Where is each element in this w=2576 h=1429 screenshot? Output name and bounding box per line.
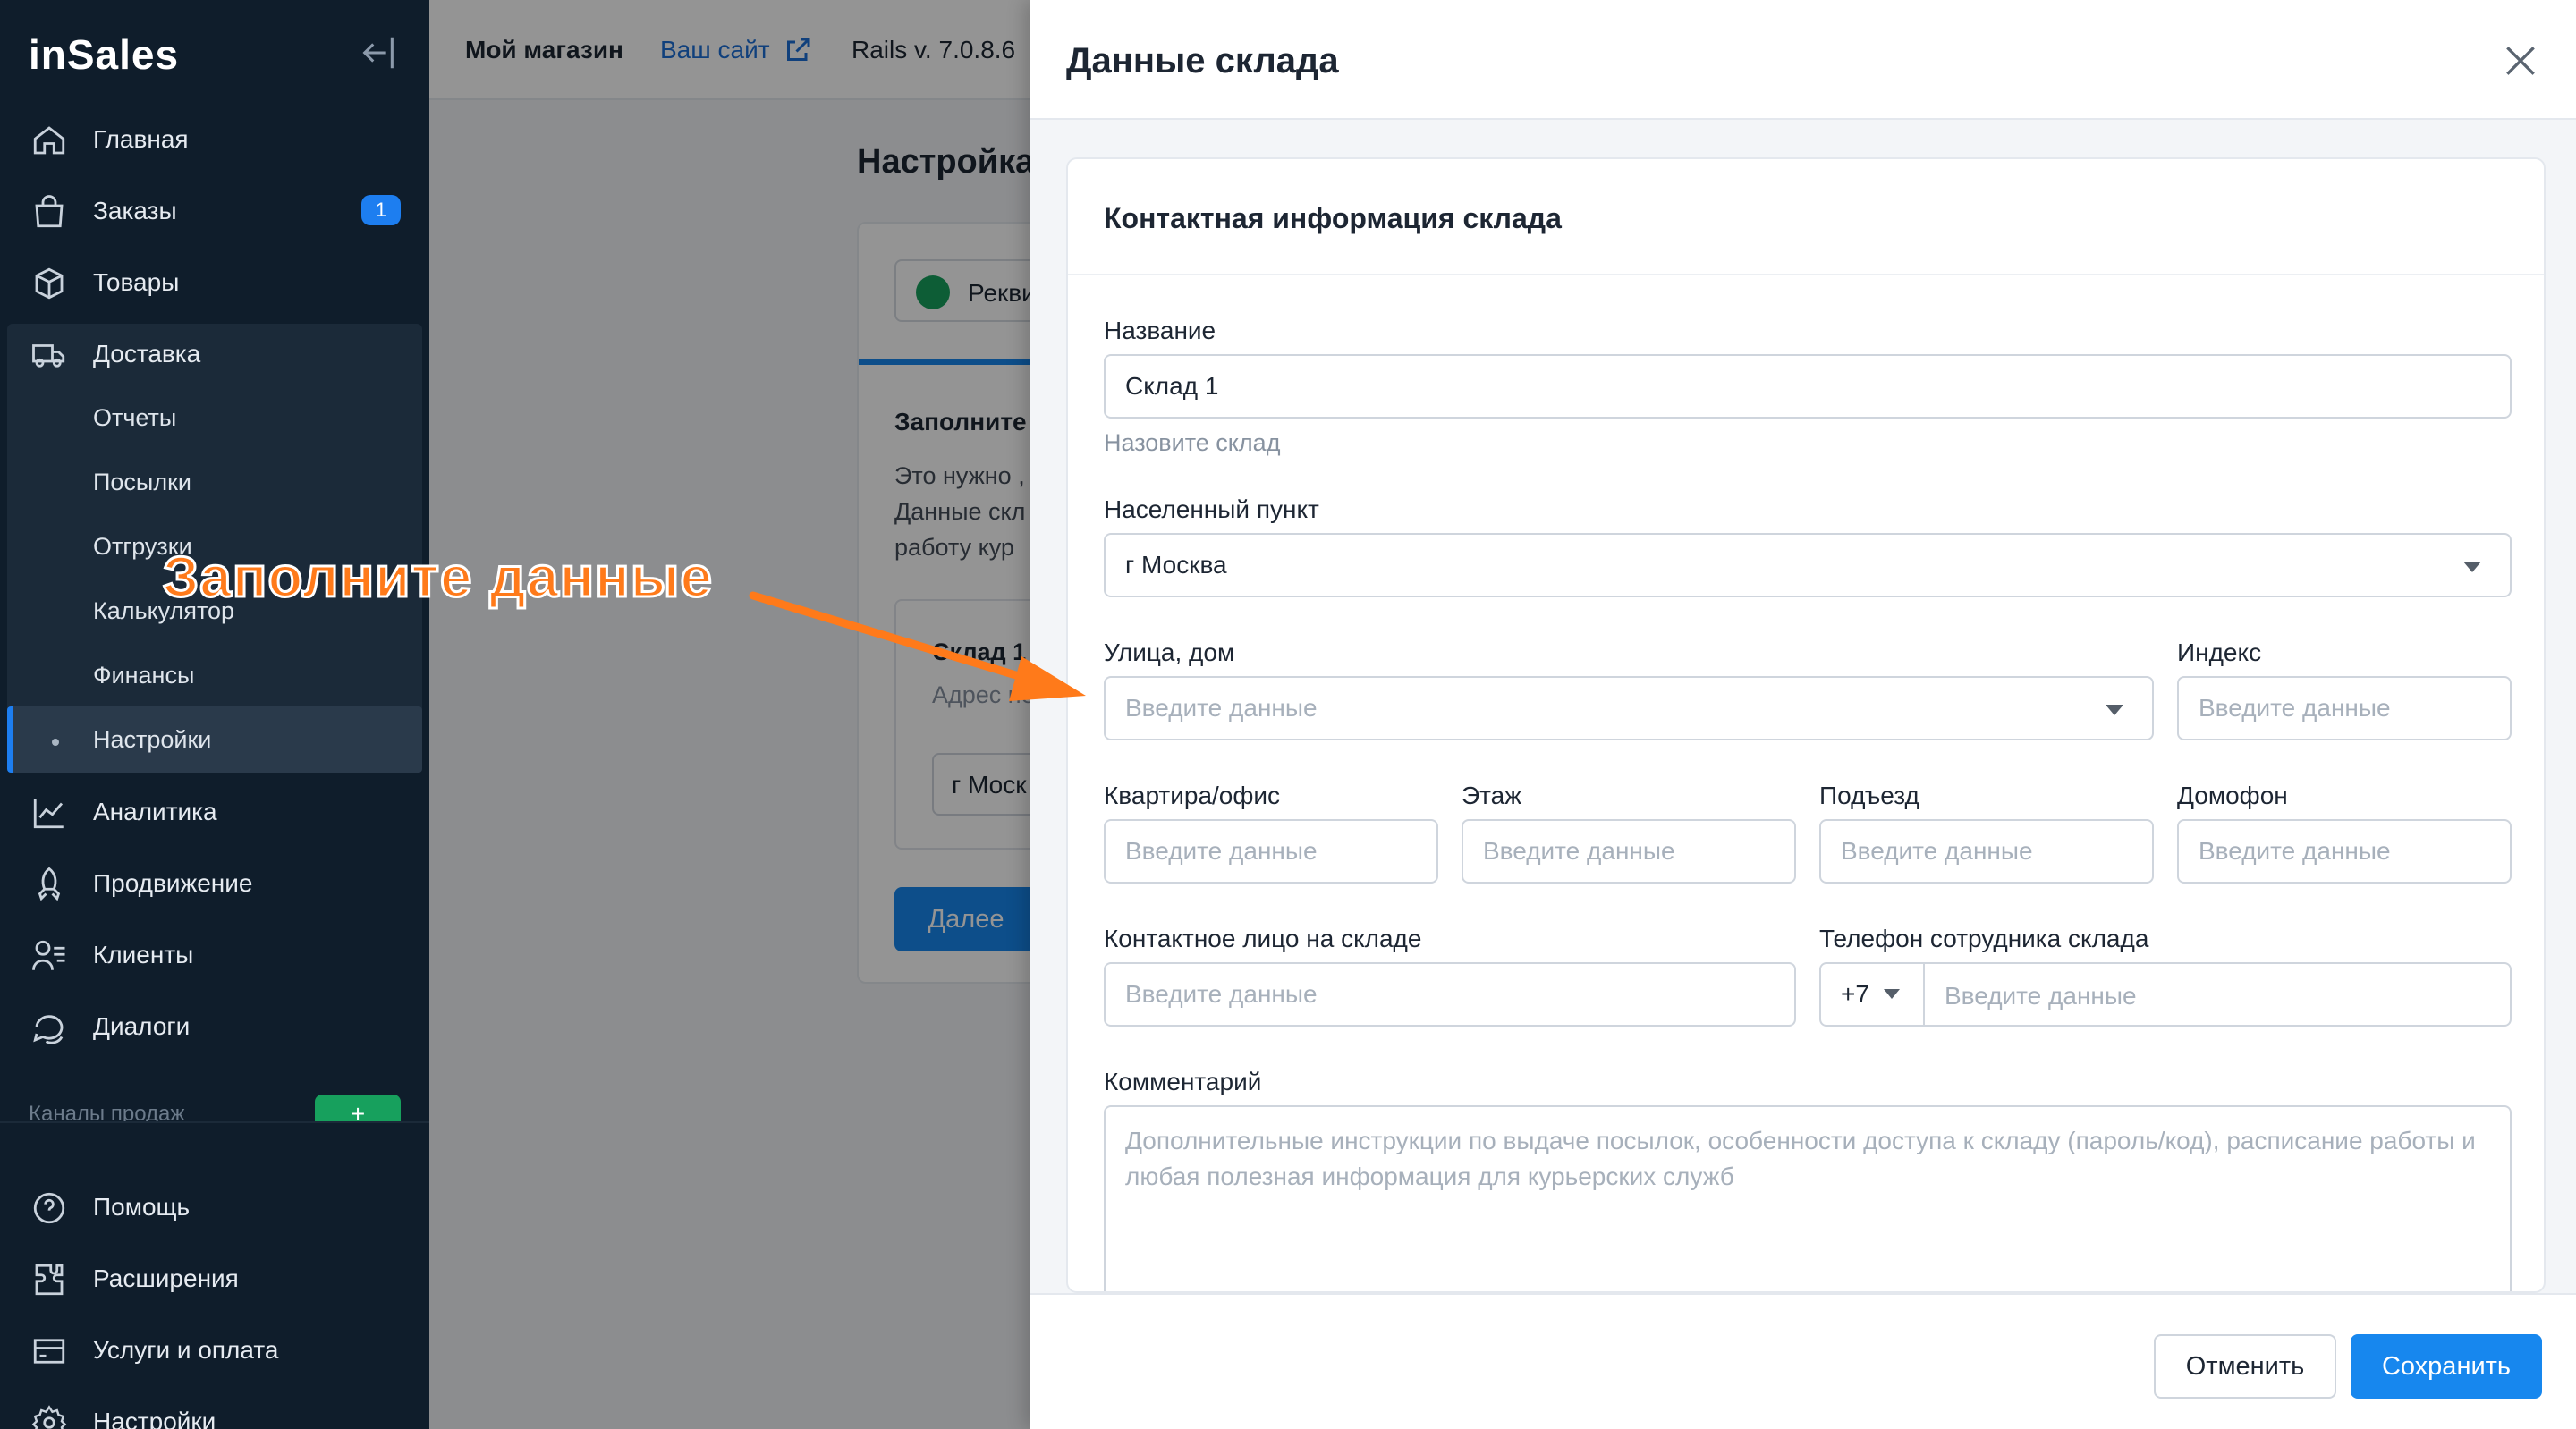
comment-label: Комментарий	[1104, 1068, 1262, 1095]
nav-analytics[interactable]: Аналитика	[0, 776, 429, 848]
chevron-down-icon	[1884, 989, 1900, 999]
modal-body: Контактная информация склада Название Ск…	[1066, 157, 2546, 1293]
index-input[interactable]: Введите данные	[2177, 676, 2512, 740]
chevron-down-icon	[2106, 705, 2123, 715]
modal-header: Данные склада	[1030, 0, 2576, 120]
sub-parcels[interactable]: Посылки	[93, 469, 191, 496]
truck-icon	[32, 344, 65, 368]
sidebar: inSales Главная Заказы 1 Товары Доставка…	[0, 0, 429, 1429]
logo[interactable]: inSales	[29, 30, 179, 79]
city-select[interactable]: г Москва	[1104, 533, 2512, 597]
phone-code-select[interactable]: +7	[1821, 964, 1925, 1025]
name-input[interactable]: Склад 1	[1104, 354, 2512, 419]
chevron-down-icon	[2463, 562, 2481, 572]
phone-field: +7 Введите данные	[1819, 962, 2512, 1027]
intercom-label: Домофон	[2177, 782, 2288, 809]
street-placeholder: Введите данные	[1125, 694, 1318, 722]
puzzle-icon	[35, 1264, 64, 1296]
street-select[interactable]: Введите данные	[1104, 676, 2154, 740]
index-label: Индекс	[2177, 638, 2262, 666]
nav-dialogs[interactable]: Диалоги	[0, 991, 429, 1062]
section-divider	[1068, 274, 2544, 275]
save-button[interactable]: Сохранить	[2351, 1334, 2542, 1399]
modal-footer: Отменить Сохранить	[1030, 1293, 2576, 1429]
floor-input[interactable]: Введите данные	[1462, 819, 1796, 884]
home-icon	[33, 126, 65, 155]
sub-settings[interactable]: Настройки	[93, 726, 211, 754]
orders-badge: 1	[361, 195, 401, 225]
name-hint: Назовите склад	[1104, 429, 1281, 456]
nav-help[interactable]: Помощь	[0, 1171, 429, 1243]
nav-extensions[interactable]: Расширения	[0, 1243, 429, 1315]
intercom-input[interactable]: Введите данные	[2177, 819, 2512, 884]
active-dot	[52, 739, 59, 746]
street-label: Улица, дом	[1104, 638, 1235, 666]
nav-promotion[interactable]: Продвижение	[0, 848, 429, 919]
bag-icon	[35, 195, 64, 228]
help-icon	[33, 1192, 65, 1224]
chart-icon	[33, 799, 64, 829]
entrance-label: Подъезд	[1819, 782, 1919, 809]
name-label: Название	[1104, 317, 1216, 344]
nav-billing[interactable]: Услуги и оплата	[0, 1315, 429, 1386]
sidebar-bottom: Помощь Расширения Услуги и оплата Настро…	[0, 1121, 429, 1429]
entrance-input[interactable]: Введите данные	[1819, 819, 2154, 884]
floor-label: Этаж	[1462, 782, 1521, 809]
city-label: Населенный пункт	[1104, 495, 1319, 523]
chat-icon	[33, 1015, 64, 1044]
rocket-icon	[38, 867, 61, 901]
box-icon	[35, 267, 64, 300]
nav-products[interactable]: Товары	[0, 247, 429, 318]
close-icon[interactable]	[2501, 41, 2540, 80]
apartment-label: Квартира/офис	[1104, 782, 1281, 809]
cancel-button[interactable]: Отменить	[2154, 1334, 2336, 1399]
modal-title: Данные склада	[1066, 41, 1339, 80]
active-sub-highlight	[7, 706, 422, 773]
phone-label: Телефон сотрудника склада	[1819, 925, 2149, 952]
comment-textarea[interactable]: Дополнительные инструкции по выдаче посы…	[1104, 1105, 2512, 1291]
annotation-text: Заполните данные	[162, 544, 714, 611]
card-icon	[33, 1339, 65, 1364]
nav-home[interactable]: Главная	[0, 104, 429, 175]
nav-clients[interactable]: Клиенты	[0, 919, 429, 991]
collapse-sidebar-icon[interactable]	[358, 32, 399, 73]
nav-delivery[interactable]: Доставка	[0, 318, 429, 390]
nav-settings[interactable]: Настройки	[0, 1386, 429, 1429]
gear-icon	[31, 1405, 67, 1429]
sub-finance[interactable]: Финансы	[93, 662, 194, 689]
contact-label: Контактное лицо на складе	[1104, 925, 1422, 952]
clients-icon	[32, 940, 65, 970]
phone-input[interactable]: Введите данные	[1945, 982, 2137, 1010]
city-value: г Москва	[1125, 551, 1227, 579]
apartment-input[interactable]: Введите данные	[1104, 819, 1438, 884]
sub-reports[interactable]: Отчеты	[93, 404, 176, 432]
contact-input[interactable]: Введите данные	[1104, 962, 1796, 1027]
warehouse-modal: Данные склада Контактная информация скла…	[1030, 0, 2576, 1429]
section-title: Контактная информация склада	[1104, 202, 1562, 234]
